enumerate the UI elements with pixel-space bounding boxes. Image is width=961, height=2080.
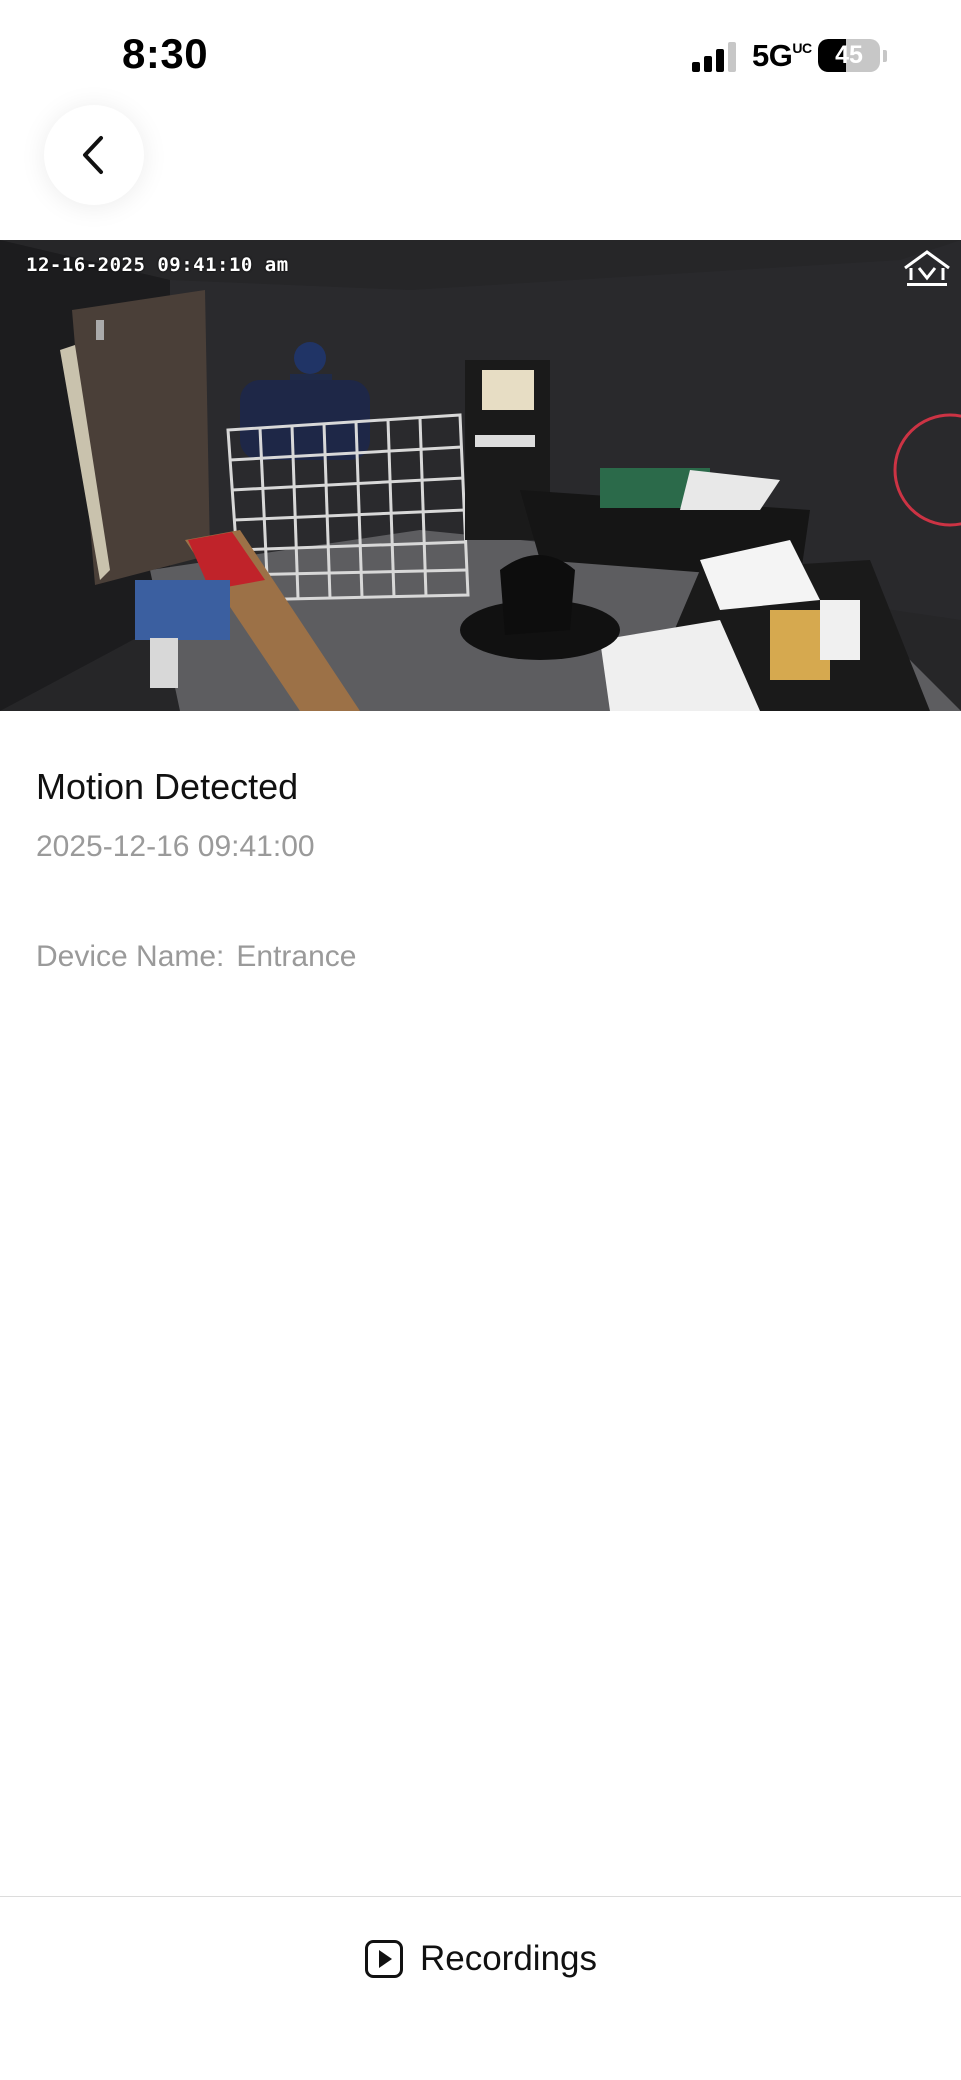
device-name-value: Entrance bbox=[236, 940, 357, 973]
bottom-bar: Recordings bbox=[0, 1896, 961, 2080]
recordings-button[interactable]: Recordings bbox=[0, 1929, 961, 1989]
network-type: 5GUC bbox=[752, 38, 812, 73]
back-button[interactable] bbox=[44, 105, 144, 205]
device-name-row: Device Name: Entrance bbox=[36, 940, 356, 974]
battery-icon: 45 bbox=[818, 39, 880, 72]
play-square-icon bbox=[364, 1940, 403, 1978]
device-name-label: Device Name: bbox=[36, 940, 225, 973]
event-detail-screen: 8:30 5GUC 45 12-16-2025 09:41:10 am Moti… bbox=[0, 0, 961, 2080]
event-time: 2025-12-16 09:41:00 bbox=[36, 830, 315, 863]
event-title: Motion Detected bbox=[36, 766, 299, 807]
camera-brand-logo bbox=[904, 250, 950, 286]
event-snapshot[interactable]: 12-16-2025 09:41:10 am bbox=[0, 240, 961, 711]
status-time: 8:30 bbox=[122, 30, 209, 77]
cellular-signal-icon bbox=[692, 40, 740, 72]
status-bar: 8:30 5GUC 45 bbox=[0, 0, 961, 110]
chevron-left-icon bbox=[83, 136, 103, 174]
recordings-label: Recordings bbox=[419, 1939, 598, 1978]
snapshot-timestamp: 12-16-2025 09:41:10 am bbox=[26, 254, 289, 276]
battery-level: 45 bbox=[835, 41, 863, 69]
camera-scene bbox=[0, 240, 961, 711]
battery-cap bbox=[883, 50, 887, 62]
